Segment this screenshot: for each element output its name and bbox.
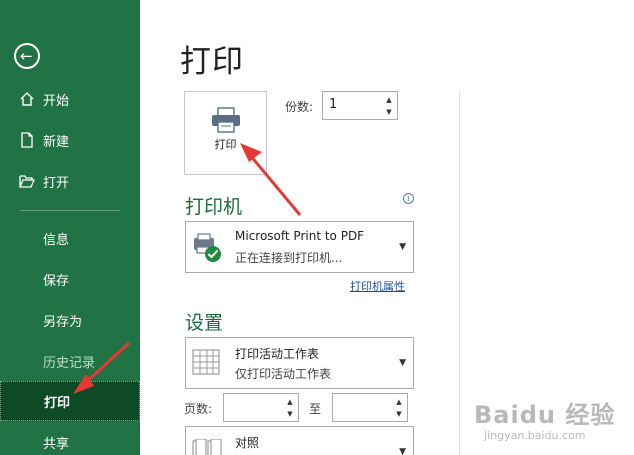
baidu-watermark: Baidu 经验 jingyan.baidu.com	[474, 395, 616, 442]
annotation-arrow-print	[248, 154, 302, 216]
watermark-text: Baidu 经验	[474, 401, 616, 429]
watermark-url: jingyan.baidu.com	[484, 429, 586, 442]
annotation-arrowhead-print	[240, 143, 262, 162]
annotation-arrows	[73, 143, 302, 394]
annotation-arrow-sidebar	[82, 341, 131, 386]
